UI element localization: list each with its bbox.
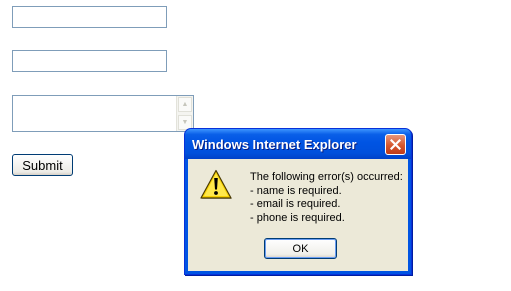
- message-line: The following error(s) occurred:: [250, 171, 403, 183]
- scroll-up-arrow-icon[interactable]: ▲: [178, 97, 192, 112]
- message-line: - email is required.: [250, 198, 341, 210]
- phone-textarea[interactable]: ▲ ▼: [12, 95, 194, 132]
- message-line: - phone is required.: [250, 211, 345, 224]
- dialog-titlebar[interactable]: Windows Internet Explorer: [185, 129, 411, 159]
- email-input[interactable]: [12, 50, 167, 72]
- error-message: The following error(s) occurred: - name …: [250, 171, 403, 225]
- warning-icon: [200, 169, 232, 201]
- submit-button[interactable]: Submit: [12, 154, 73, 176]
- message-line: - name is required.: [250, 184, 342, 197]
- textarea-scrollbar[interactable]: ▲ ▼: [176, 96, 193, 131]
- dialog-title: Windows Internet Explorer: [192, 137, 357, 152]
- ok-button[interactable]: OK: [264, 238, 337, 259]
- alert-dialog: Windows Internet Explorer The following …: [184, 128, 412, 275]
- close-icon[interactable]: [385, 134, 406, 155]
- name-input[interactable]: [12, 6, 167, 28]
- dialog-body: The following error(s) occurred: - name …: [188, 159, 408, 271]
